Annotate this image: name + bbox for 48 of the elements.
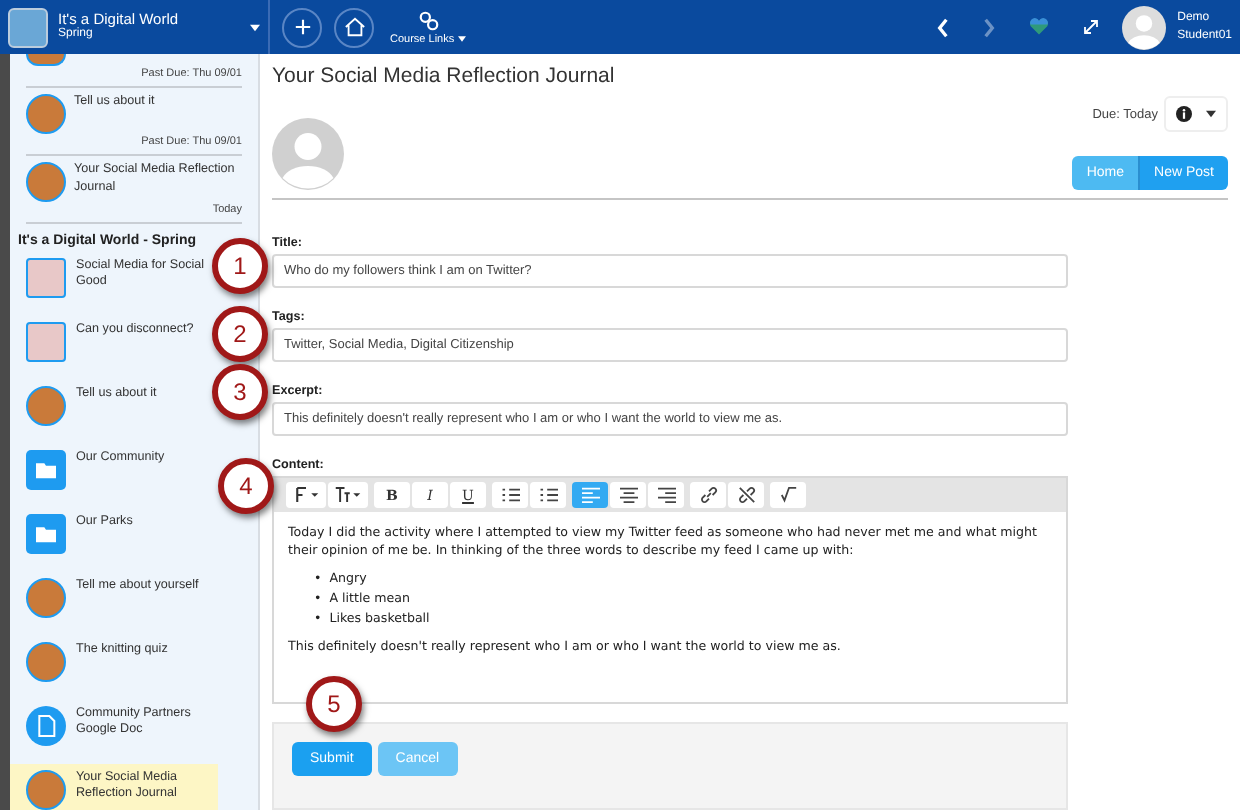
photo-placeholder [26,642,66,682]
photo-placeholder [26,258,66,298]
square-root-icon [779,486,797,504]
link-button[interactable] [690,482,726,508]
photo-placeholder [26,322,66,362]
home-button[interactable] [334,7,374,47]
link-icon [699,486,717,504]
align-center-button[interactable] [610,482,646,508]
unlink-button[interactable] [728,482,764,508]
bullets-button[interactable] [492,482,528,508]
align-left-icon [581,486,599,504]
caret-icon[interactable] [250,23,260,31]
font-button[interactable] [286,482,326,508]
expand-icon[interactable] [1081,18,1100,36]
code-button[interactable] [770,482,806,508]
photo-placeholder [26,578,66,618]
photo-placeholder [26,54,66,66]
home-icon [343,16,365,38]
size-button[interactable] [328,482,368,508]
numbers-button[interactable] [530,482,566,508]
avatar-icon [272,118,344,190]
list-icon [539,486,557,504]
info-icon [1176,106,1192,122]
photo-placeholder [26,770,66,810]
photo-placeholder [26,386,66,426]
info-dropdown-button[interactable] [1164,96,1228,132]
user-avatar-icon[interactable] [1121,5,1166,49]
broken-link-icon [737,486,755,504]
list-icon [501,486,519,504]
page-title: Your Social Media Reflection Journal [272,64,617,88]
caret-icon [1206,110,1216,118]
align-right-button[interactable] [648,482,684,508]
step-number-badge: 5 [306,676,362,732]
folder-icon [26,514,66,554]
font-icon [292,486,320,504]
photo-placeholder [26,94,66,134]
document-icon [26,706,66,746]
text-size-icon [334,486,362,504]
heart-icon[interactable] [1027,18,1050,36]
caret-icon [458,36,467,42]
plus-icon [293,18,311,36]
course-logo-placeholder [8,7,48,47]
link-icon [417,9,440,31]
align-right-icon [657,486,675,504]
photo-placeholder [26,162,66,202]
folder-icon [26,450,66,490]
align-center-icon [619,486,637,504]
add-button[interactable] [282,7,322,47]
